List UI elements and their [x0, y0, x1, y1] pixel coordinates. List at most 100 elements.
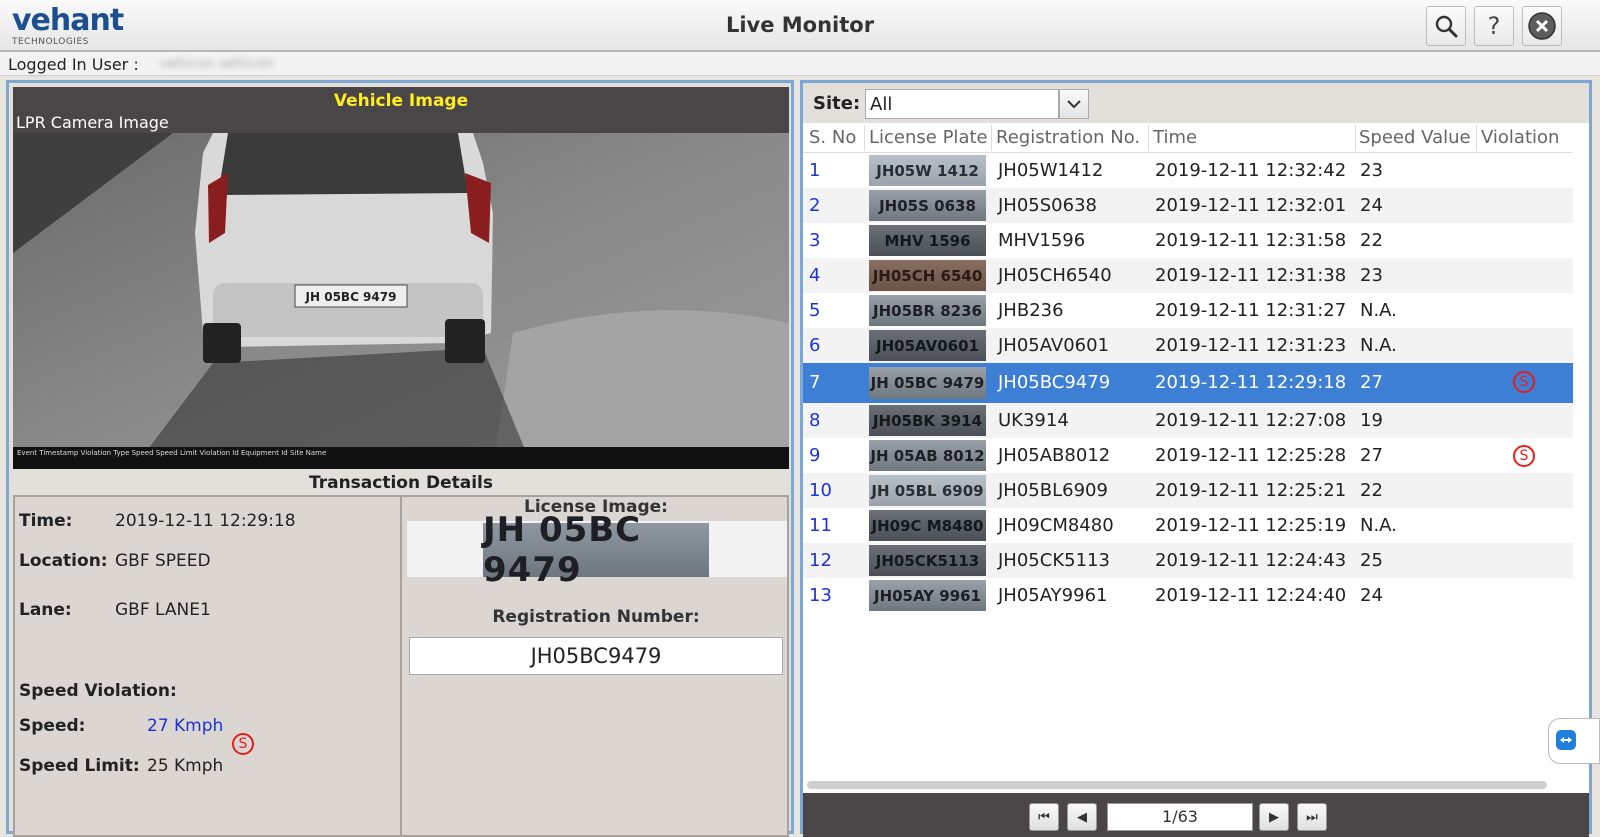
remote-support-icon: [1556, 730, 1576, 750]
time-label: Time:: [19, 511, 73, 531]
row-time: 2019-12-11 12:31:27: [1155, 300, 1347, 321]
row-speed: 22: [1360, 480, 1383, 501]
license-plate-image: JH 05BC 9479: [483, 510, 709, 590]
row-registration: JH05BL6909: [998, 480, 1108, 501]
speed-violation-label: Speed Violation:: [19, 681, 177, 701]
lpr-camera-label: LPR Camera Image: [16, 113, 169, 132]
column-separator: [991, 125, 992, 151]
table-row[interactable]: 12 JH05CK5113 JH05CK5113 2019-12-11 12:24:4…: [803, 543, 1573, 578]
license-plate-thumbnail: MHV 1596: [869, 225, 986, 256]
search-button[interactable]: [1426, 6, 1466, 46]
row-speed: 27: [1360, 372, 1383, 393]
column-sno[interactable]: S. No: [809, 127, 863, 148]
row-speed: 22: [1360, 230, 1383, 251]
row-time: 2019-12-11 12:27:08: [1155, 410, 1347, 431]
column-time[interactable]: Time: [1153, 127, 1353, 148]
logo-text: vehant: [12, 3, 124, 38]
row-sno: 11: [809, 515, 832, 536]
column-license-plate[interactable]: License Plate: [869, 127, 989, 148]
license-plate-thumbnail: JH 05BL 6909: [869, 475, 986, 506]
row-speed: 24: [1360, 195, 1383, 216]
column-separator: [1148, 125, 1149, 151]
table-row[interactable]: 7 JH 05BC 9479 JH05BC9479 2019-12-11 12:29:…: [803, 363, 1573, 403]
table-row[interactable]: 10 JH 05BL 6909 JH05BL6909 2019-12-11 12:25…: [803, 473, 1573, 508]
page-number-field[interactable]: 1/63: [1107, 803, 1253, 831]
license-plate-thumbnail: JH05BK 3914: [869, 405, 986, 436]
title-bar: vehant TECHNOLOGIES Live Monitor ?: [0, 0, 1600, 52]
row-time: 2019-12-11 12:31:38: [1155, 265, 1347, 286]
last-page-button[interactable]: ⏭: [1297, 803, 1327, 831]
speed-limit-label: Speed Limit:: [19, 756, 140, 776]
license-plate-thumbnail: JH05CH 6540: [869, 260, 986, 291]
license-plate-thumbnail: JH 05BC 9479: [869, 367, 986, 399]
table-row[interactable]: 3 MHV 1596 MHV1596 2019-12-11 12:31:58 22: [803, 223, 1573, 258]
speed-violation-icon: S: [1513, 371, 1535, 393]
car-plate-text: JH 05BC 9479: [305, 290, 397, 304]
row-sno: 3: [809, 230, 821, 251]
row-sno: 2: [809, 195, 821, 216]
remote-support-tab[interactable]: [1548, 718, 1600, 764]
column-violation[interactable]: Violation: [1481, 127, 1571, 148]
next-page-button[interactable]: ▶: [1259, 803, 1289, 831]
table-row[interactable]: 1 JH05W 1412 JH05W1412 2019-12-11 12:32:42 2…: [803, 153, 1573, 188]
previous-page-button[interactable]: ◀: [1067, 803, 1097, 831]
row-registration: JH05S0638: [998, 195, 1097, 216]
row-registration: MHV1596: [998, 230, 1086, 251]
row-time: 2019-12-11 12:24:40: [1155, 585, 1347, 606]
column-registration[interactable]: Registration No.: [996, 127, 1146, 148]
vehicle-image-header: Vehicle Image LPR Camera Image: [13, 87, 789, 133]
row-time: 2019-12-11 12:31:58: [1155, 230, 1347, 251]
first-page-button[interactable]: ⏮: [1029, 803, 1059, 831]
site-select[interactable]: All: [865, 89, 1059, 119]
license-plate-thumbnail: JH 05AB 8012: [869, 440, 986, 471]
speed-value: 27 Kmph: [147, 716, 224, 736]
row-sno: 5: [809, 300, 821, 321]
camera-overlay-text: Event Timestamp Violation Type Speed Spe…: [17, 449, 327, 457]
registration-number-field[interactable]: JH05BC9479: [409, 637, 783, 675]
row-time: 2019-12-11 12:31:23: [1155, 335, 1347, 356]
table-row[interactable]: 6 JH05AV0601 JH05AV0601 2019-12-11 12:31:23…: [803, 328, 1573, 363]
help-icon: ?: [1487, 12, 1501, 40]
row-registration: JH05AB8012: [998, 445, 1111, 466]
row-speed: N.A.: [1360, 515, 1397, 536]
license-plate-thumbnail: JH09C M8480: [869, 510, 986, 541]
last-page-icon: ⏭: [1306, 809, 1318, 825]
site-filter-bar: Site: All: [803, 83, 1589, 123]
speed-label: Speed:: [19, 716, 86, 736]
row-speed: 25: [1360, 550, 1383, 571]
location-label: Location:: [19, 551, 108, 571]
row-registration: JH05BC9479: [998, 372, 1111, 393]
table-row[interactable]: 13 JH05AY 9961 JH05AY9961 2019-12-11 12:24:…: [803, 578, 1573, 613]
close-button[interactable]: [1522, 6, 1562, 46]
row-speed: 27: [1360, 445, 1383, 466]
first-page-icon: ⏮: [1038, 809, 1050, 825]
row-sno: 9: [809, 445, 821, 466]
lane-value: GBF LANE1: [115, 600, 211, 620]
speed-limit-value: 25 Kmph: [147, 756, 224, 776]
row-sno: 7: [809, 372, 821, 393]
row-speed: 24: [1360, 585, 1383, 606]
table-row[interactable]: 5 JH05BR 8236 JHB236 2019-12-11 12:31:27 N.A…: [803, 293, 1573, 328]
table-row[interactable]: 8 JH05BK 3914 UK3914 2019-12-11 12:27:08 19: [803, 403, 1573, 438]
camera-overlay-bar: Event Timestamp Violation Type Speed Spe…: [13, 447, 789, 469]
table-row[interactable]: 4 JH05CH 6540 JH05CH6540 2019-12-11 12:31:3…: [803, 258, 1573, 293]
speed-violation-icon: S: [232, 733, 254, 755]
row-time: 2019-12-11 12:32:01: [1155, 195, 1347, 216]
row-time: 2019-12-11 12:25:21: [1155, 480, 1347, 501]
table-row[interactable]: 9 JH 05AB 8012 JH05AB8012 2019-12-11 12:25:…: [803, 438, 1573, 473]
row-sno: 12: [809, 550, 832, 571]
help-button[interactable]: ?: [1474, 6, 1514, 46]
site-dropdown-button[interactable]: [1059, 89, 1089, 119]
license-plate-thumbnail: JH05W 1412: [869, 155, 986, 186]
logo-subtext: TECHNOLOGIES: [12, 37, 89, 47]
column-separator: [1476, 125, 1477, 151]
table-row[interactable]: 11 JH09C M8480 JH09CM8480 2019-12-11 12:25:…: [803, 508, 1573, 543]
horizontal-scrollbar[interactable]: [807, 781, 1547, 789]
table-row[interactable]: 2 JH05S 0638 JH05S0638 2019-12-11 12:32:01 2…: [803, 188, 1573, 223]
transaction-details-title: Transaction Details: [308, 473, 494, 493]
row-sno: 13: [809, 585, 832, 606]
column-speed[interactable]: Speed Value: [1359, 127, 1475, 148]
user-bar: Logged In User : vehicon vehicon: [0, 52, 1600, 76]
license-plate-thumbnail: JH05AY 9961: [869, 580, 986, 611]
row-speed: N.A.: [1360, 300, 1397, 321]
